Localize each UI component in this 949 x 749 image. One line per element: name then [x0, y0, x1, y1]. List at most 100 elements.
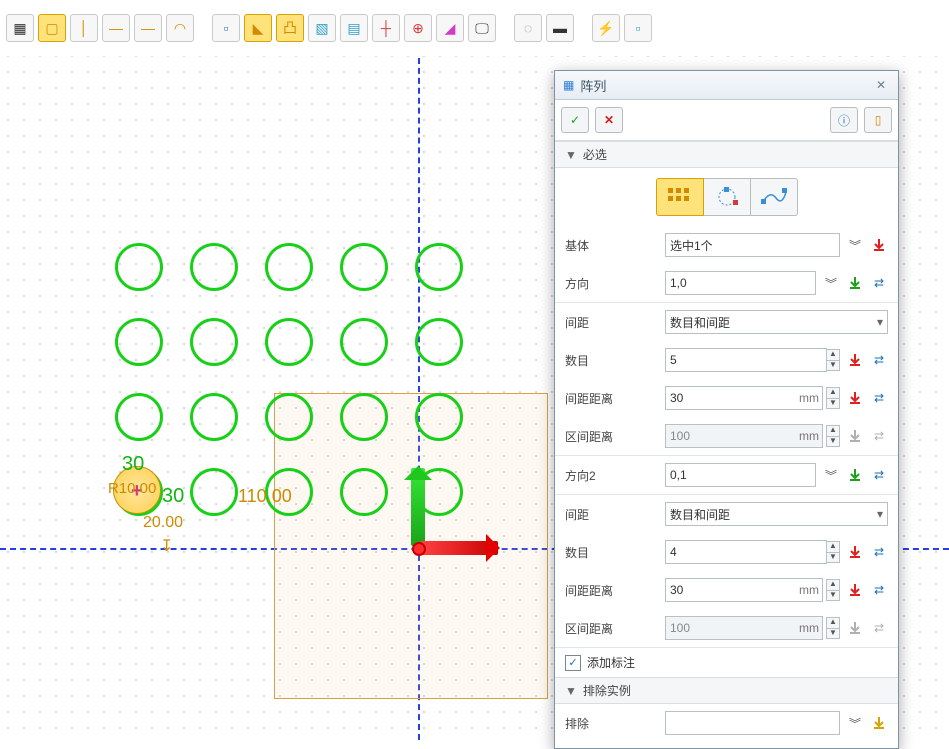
pitch2-flip-button[interactable]: ⇄: [870, 581, 888, 599]
pitch1-field[interactable]: 30: [665, 386, 823, 410]
path-icon: [760, 186, 788, 208]
spacing2-field[interactable]: 数目和间距 ▾: [665, 502, 888, 526]
tool-sheet2-icon[interactable]: ▤: [340, 14, 368, 42]
pattern-circle[interactable]: [115, 318, 163, 366]
row-range1: 区间距离 100 mm ▲▼ ⇄: [555, 417, 898, 456]
section-exclude-header[interactable]: ▼ 排除实例: [555, 677, 898, 704]
count2-field[interactable]: 4: [665, 540, 827, 564]
pitch2-pick-button[interactable]: [846, 581, 864, 599]
count2-flip-button[interactable]: ⇄: [870, 543, 888, 561]
row-spacing2: 间距 数目和间距 ▾: [555, 495, 898, 533]
dir2-pick-button[interactable]: [846, 466, 864, 484]
pattern-type-linear[interactable]: [656, 178, 704, 216]
pattern-circle[interactable]: [340, 318, 388, 366]
count1-label: 数目: [565, 352, 659, 369]
dir2-flip-button[interactable]: ⇄: [870, 466, 888, 484]
pattern-circle[interactable]: [190, 468, 238, 516]
row-spacing1: 间距 数目和间距 ▾: [555, 303, 898, 341]
pattern-type-circular[interactable]: [704, 178, 751, 216]
add-annotation-checkbox[interactable]: ✓: [565, 655, 581, 671]
info-button[interactable]: ⓘ: [830, 107, 858, 133]
pattern-circle[interactable]: [340, 468, 388, 516]
pitch1-stepper[interactable]: ▲▼: [826, 387, 840, 409]
pattern-circle[interactable]: [115, 243, 163, 291]
range2-flip-button: ⇄: [870, 619, 888, 637]
tool-dotted-circle-icon[interactable]: ◌: [514, 14, 542, 42]
tool-arc-icon[interactable]: ◠: [166, 14, 194, 42]
tool-angle-icon[interactable]: ◣: [244, 14, 272, 42]
pattern-circle[interactable]: [190, 318, 238, 366]
dir1-pick-button[interactable]: [846, 274, 864, 292]
pattern-circle[interactable]: [340, 243, 388, 291]
axis-x-arrow-icon: [420, 541, 498, 555]
base-field[interactable]: 选中1个: [665, 233, 840, 257]
tool-black-rect-icon[interactable]: ▬: [546, 14, 574, 42]
tool-display-icon[interactable]: 🖵: [468, 14, 496, 42]
pitch2-field[interactable]: 30: [665, 578, 823, 602]
dim-offset-text: 20.00: [143, 514, 183, 532]
tool-box-icon[interactable]: ▢: [38, 14, 66, 42]
exclude-pick-button[interactable]: [870, 714, 888, 732]
base-label: 基体: [565, 237, 659, 254]
exclude-field[interactable]: [665, 711, 840, 735]
exclude-expand-icon[interactable]: ︾: [846, 715, 864, 732]
row-pitch2: 间距距离 30 mm ▲▼ ⇄: [555, 571, 898, 609]
section-required-header[interactable]: ▼ 必选: [555, 141, 898, 168]
tool-extra-icon[interactable]: ▫: [624, 14, 652, 42]
base-pick-button[interactable]: [870, 236, 888, 254]
count2-pick-button[interactable]: [846, 543, 864, 561]
tool-vline-icon[interactable]: │: [70, 14, 98, 42]
pattern-circle[interactable]: [115, 393, 163, 441]
dir1-field[interactable]: 1,0: [665, 271, 816, 295]
tool-step-icon[interactable]: 凸: [276, 14, 304, 42]
tool-cross-icon[interactable]: ┼: [372, 14, 400, 42]
pattern-circle[interactable]: [190, 393, 238, 441]
pitch2-value-text: 30: [670, 583, 683, 597]
tool-line-icon[interactable]: —: [102, 14, 130, 42]
tool-sheet1-icon[interactable]: ▧: [308, 14, 336, 42]
cross-icon: ✕: [604, 113, 614, 127]
tool-target-icon[interactable]: ⊕: [404, 14, 432, 42]
tool-lightning-icon[interactable]: ⚡: [592, 14, 620, 42]
pattern-circle[interactable]: [415, 393, 463, 441]
pattern-circle[interactable]: [415, 243, 463, 291]
collapse-icon: ▼: [565, 684, 577, 698]
cancel-button[interactable]: ✕: [595, 107, 623, 133]
count1-field[interactable]: 5: [665, 348, 827, 372]
pattern-circle[interactable]: [265, 393, 313, 441]
layers-button[interactable]: ▯: [864, 107, 892, 133]
tool-grid-icon[interactable]: ▦: [6, 14, 34, 42]
count1-pick-button[interactable]: [846, 351, 864, 369]
dialog-close-icon[interactable]: ✕: [872, 78, 890, 92]
pattern-circle[interactable]: [340, 393, 388, 441]
pattern-circle[interactable]: [265, 318, 313, 366]
pitch2-stepper[interactable]: ▲▼: [826, 579, 840, 601]
base-expand-icon[interactable]: ︾: [846, 237, 864, 254]
pattern-circle[interactable]: [265, 243, 313, 291]
tool-node-icon[interactable]: ▫: [212, 14, 240, 42]
dir1-flip-button[interactable]: ⇄: [870, 274, 888, 292]
count1-value-text: 5: [670, 353, 677, 367]
row-add-annotation[interactable]: ✓ 添加标注: [555, 647, 898, 677]
tool-hline-icon[interactable]: —: [134, 14, 162, 42]
pitch1-pick-button[interactable]: [846, 389, 864, 407]
spacing1-field[interactable]: 数目和间距 ▾: [665, 310, 888, 334]
pitch1-flip-button[interactable]: ⇄: [870, 389, 888, 407]
range2-field: 100: [665, 616, 823, 640]
ok-button[interactable]: ✓: [561, 107, 589, 133]
dir2-field[interactable]: 0,1: [665, 463, 816, 487]
pattern-type-path[interactable]: [751, 178, 798, 216]
pattern-circle[interactable]: [415, 318, 463, 366]
dir2-expand-icon[interactable]: ︾: [822, 467, 840, 484]
count2-stepper[interactable]: ▲▼: [826, 541, 840, 563]
add-annotation-label: 添加标注: [587, 654, 635, 671]
count1-flip-button[interactable]: ⇄: [870, 351, 888, 369]
count2-value-text: 4: [670, 545, 677, 559]
tool-eraser-icon[interactable]: ◢: [436, 14, 464, 42]
dir1-expand-icon[interactable]: ︾: [822, 275, 840, 292]
dropdown-icon: ▾: [877, 315, 883, 329]
dialog-titlebar[interactable]: ▦ 阵列 ✕: [555, 71, 898, 100]
count1-stepper[interactable]: ▲▼: [826, 349, 840, 371]
pattern-type-row: [555, 168, 898, 226]
pattern-circle[interactable]: [190, 243, 238, 291]
